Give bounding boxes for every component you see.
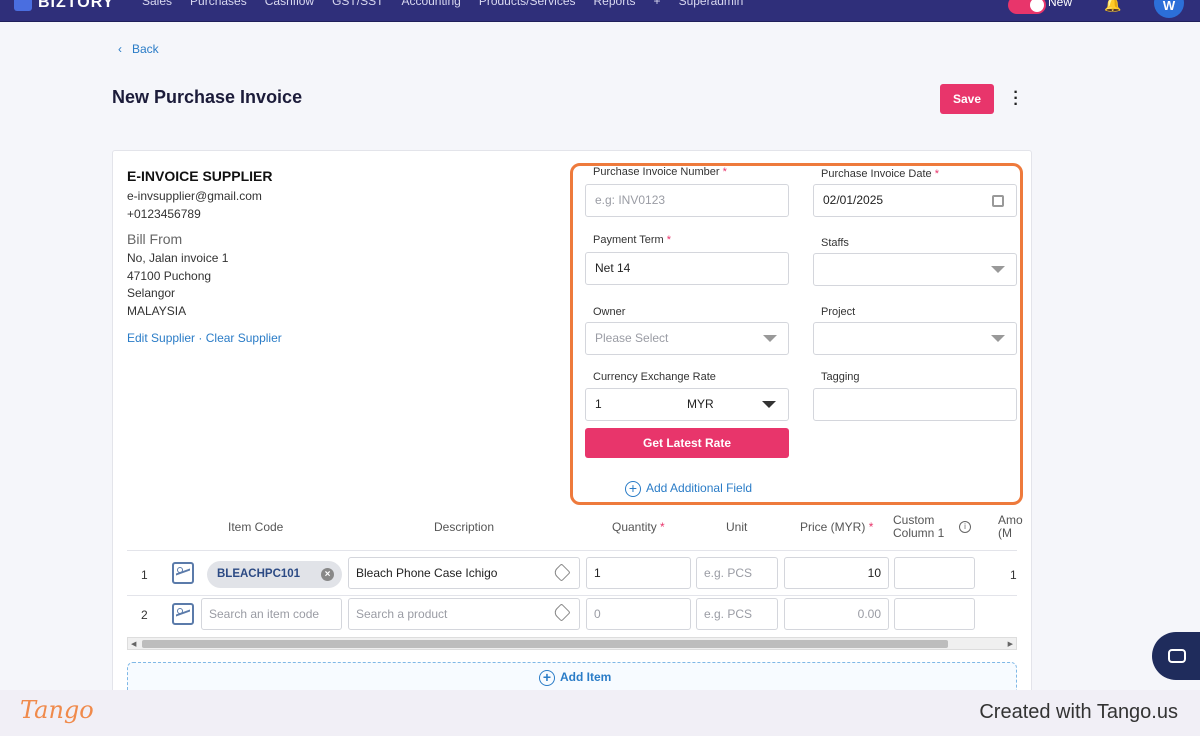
nav-item-create[interactable]: +	[654, 0, 661, 8]
custom-column-input[interactable]	[894, 598, 975, 630]
column-header-unit: Unit	[726, 520, 748, 534]
clear-icon[interactable]: ×	[321, 568, 334, 581]
price-input[interactable]: 0.00	[784, 598, 889, 630]
nav-item-reports[interactable]: Reports	[594, 0, 636, 8]
unit-input[interactable]: e.g. PCS	[696, 557, 778, 589]
row-divider	[127, 550, 1017, 551]
app-logo[interactable]: BIZTORY	[14, 0, 114, 12]
image-icon[interactable]	[172, 562, 194, 584]
column-header-amount: Amo (M	[998, 513, 1023, 540]
nav-item-gst-sst[interactable]: GST/SST	[332, 0, 383, 8]
column-header-price: Price (MYR) *	[800, 520, 874, 534]
info-icon[interactable]: i	[959, 521, 971, 533]
row-number: 1	[141, 568, 148, 582]
nav-item-superadmin[interactable]: Superadmin	[679, 0, 744, 8]
address-line: Selangor	[127, 286, 176, 300]
avatar[interactable]: W	[1154, 0, 1184, 18]
amount-value: 1	[1010, 568, 1017, 582]
bill-from-label: Bill From	[127, 231, 183, 247]
highlight-box	[570, 163, 1023, 505]
quantity-input[interactable]: 0	[586, 598, 691, 630]
new-ui-toggle[interactable]	[1008, 0, 1046, 14]
link-separator: ·	[198, 331, 203, 345]
nav-item-accounting[interactable]: Accounting	[401, 0, 460, 8]
nav-item-cashflow[interactable]: Cashflow	[265, 0, 314, 8]
row-divider	[127, 595, 1017, 596]
chat-icon	[1168, 649, 1186, 663]
item-code-search-input[interactable]: Search an item code	[201, 598, 342, 630]
supplier-name: E-INVOICE SUPPLIER	[127, 168, 273, 184]
main-nav: Sales Purchases Cashflow GST/SST Account…	[142, 0, 743, 8]
top-navbar: BIZTORY Sales Purchases Cashflow GST/SST…	[0, 0, 1200, 22]
horizontal-scrollbar[interactable]: ◀ ▶	[127, 637, 1017, 650]
logo-icon	[14, 0, 32, 11]
supplier-email: e-invsupplier@gmail.com	[127, 189, 262, 203]
nav-item-sales[interactable]: Sales	[142, 0, 172, 8]
bell-icon[interactable]: 🔔	[1104, 0, 1121, 13]
add-item-button[interactable]: + Add Item	[539, 670, 611, 686]
page-title: New Purchase Invoice	[112, 87, 303, 107]
toggle-label: New	[1048, 0, 1073, 9]
chevron-left-icon: ‹	[118, 42, 122, 56]
row-number: 2	[141, 608, 148, 622]
nav-item-purchases[interactable]: Purchases	[190, 0, 247, 8]
address-line: No, Jalan invoice 1	[127, 251, 229, 265]
plus-circle-icon: +	[539, 670, 555, 686]
column-header-item-code: Item Code	[228, 520, 284, 534]
chat-support-button[interactable]	[1152, 632, 1200, 680]
address-line: 47100 Puchong	[127, 269, 212, 283]
save-button[interactable]: Save	[940, 84, 994, 114]
back-link[interactable]: ‹ Back	[118, 42, 159, 56]
item-code-chip[interactable]: BLEACHPC101 ×	[207, 561, 342, 588]
custom-column-input[interactable]	[894, 557, 975, 589]
clear-supplier-link[interactable]: Clear Supplier	[206, 331, 282, 345]
address-line: MALAYSIA	[127, 304, 187, 318]
created-with-text: Created with Tango.us	[979, 701, 1178, 723]
unit-input[interactable]: e.g. PCS	[696, 598, 778, 630]
supplier-phone: +0123456789	[127, 207, 201, 221]
edit-supplier-link[interactable]: Edit Supplier	[127, 331, 195, 345]
scroll-right-icon[interactable]: ▶	[1008, 640, 1013, 648]
product-search-input[interactable]: Search a product	[348, 598, 580, 630]
column-header-quantity: Quantity *	[612, 520, 665, 534]
scroll-left-icon[interactable]: ◀	[131, 640, 136, 648]
scrollbar-thumb[interactable]	[142, 640, 948, 648]
more-options-icon[interactable]: · · ·	[1010, 85, 1022, 113]
description-input[interactable]: Bleach Phone Case Ichigo	[348, 557, 580, 589]
tango-logo: Tango	[20, 696, 94, 724]
column-header-description: Description	[434, 520, 495, 534]
quantity-input[interactable]: 1	[586, 557, 691, 589]
price-input[interactable]: 10	[784, 557, 889, 589]
supplier-links: Edit Supplier · Clear Supplier	[127, 331, 282, 345]
column-header-custom: Custom Column 1	[893, 513, 945, 540]
nav-item-products-services[interactable]: Products/Services	[479, 0, 576, 8]
image-icon[interactable]	[172, 603, 194, 625]
